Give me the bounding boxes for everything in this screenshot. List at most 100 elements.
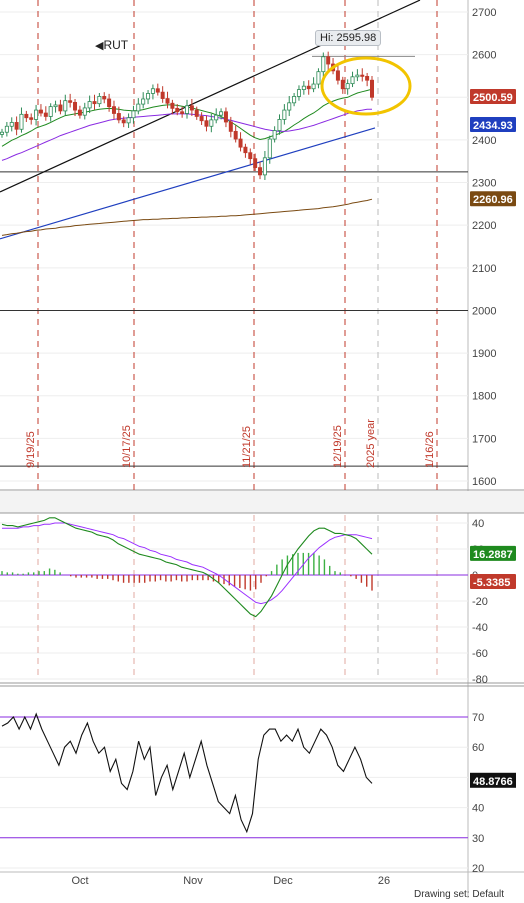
candle-body [360,74,365,77]
candle-body [267,138,272,159]
candle-body [160,91,165,99]
candle-body [58,104,63,112]
candle-body [14,122,19,130]
y-tick-label: -60 [472,648,488,660]
date-divider-label: 12/19/25 [332,425,344,468]
candle-body [335,70,340,81]
candle-body [204,120,209,127]
drawing-set-label[interactable]: Drawing set: Default [414,889,504,900]
candle-body [87,101,92,109]
date-divider-label: 1/16/26 [424,431,436,468]
candle-body [48,106,53,117]
candle-body [155,88,160,93]
candle-body [311,83,316,90]
candle-body [214,114,219,121]
sma-tag: 2434.93 [470,117,516,133]
candle-body [369,79,374,98]
candle-body [38,109,43,114]
date-divider-label: 10/17/25 [121,425,133,468]
candle-body [165,98,170,104]
highlight-circle [320,56,412,116]
y-tick-label: 40 [472,803,484,815]
candle-body [77,109,82,116]
lower-trendline [0,127,376,240]
date-divider-label: 2025 year [365,419,377,468]
candle-body [73,101,78,111]
ma-line-sma200 [1,198,373,236]
candle-body [282,109,287,120]
y-tick-label: 2000 [472,305,496,317]
drawing-set-text: Drawing set: Default [414,889,505,900]
candle-body [219,111,224,116]
y-tick-label: 2700 [472,7,496,19]
candle-body [92,101,97,105]
candle-body [272,130,277,140]
macd-tag: 16.2887 [470,545,516,561]
candle-body [345,83,350,90]
y-tick-label: -80 [472,674,488,686]
y-tick-label: 2400 [472,135,496,147]
candle-body [24,113,29,119]
candle-body [248,152,253,160]
candle-body [321,56,326,73]
y-tick-label: 60 [472,742,484,754]
sma-tag-text: 2434.93 [473,120,513,132]
y-tick-label: 70 [472,712,484,724]
candle-body [141,98,146,105]
candle-body [53,104,58,108]
y-tick-label: 1700 [472,433,496,445]
symbol-label[interactable]: ◀RUT [95,38,128,52]
symbol-text: RUT [103,38,129,52]
candle-body [301,85,306,90]
candle-body [170,102,175,109]
candle-body [355,74,360,78]
macd-line [1,517,373,618]
macd-signal-line [2,522,373,605]
y-tick-label: 40 [472,518,484,530]
candle-body [350,76,355,85]
candle-body [233,130,238,140]
y-tick-label: 1600 [472,476,496,488]
candle-body [121,119,126,124]
candle-body [102,96,107,100]
candle-body [0,131,4,135]
last-price-tag-text: 2500.59 [473,92,513,104]
candle-body [111,106,116,114]
y-tick-label: 1800 [472,391,496,403]
last-price-tag: 2500.59 [470,89,516,105]
rsi-line [1,712,373,834]
candle-body [175,107,180,113]
candle-body [340,79,345,90]
chart-window: 2700260025002400230022002100200019001800… [0,0,524,900]
rsi-tag: 48.8766 [470,772,516,788]
candle-body [253,158,258,169]
candle-body [184,105,189,114]
y-tick-label: 20 [472,863,484,875]
hi-callout: Hi: 2595.98 [315,30,382,46]
candle-body [238,138,243,148]
candle-body [4,125,9,133]
candle-body [199,116,204,122]
candle-body [223,111,228,123]
sma200-tag: 2260.96 [470,191,516,207]
x-tick-label: Nov [183,875,203,887]
chart-svg: 2700260025002400230022002100200019001800… [0,0,524,898]
candle-body [29,117,34,120]
candle-body [68,100,73,103]
candle-body [306,85,311,90]
rsi-tag-text: 48.8766 [473,776,513,788]
candle-body [150,88,155,94]
y-tick-label: 2100 [472,263,496,275]
date-divider-label: 9/19/25 [25,431,37,468]
y-tick-label: -40 [472,622,488,634]
candle-body [131,110,136,119]
upper-trendline [0,0,421,193]
candle-body [262,157,267,176]
candle-body [292,96,297,104]
candle-body [180,111,185,114]
candle-body [365,75,370,81]
candle-body [9,122,14,127]
hist-tag: -5.3385 [470,573,516,589]
candle-body [296,89,301,97]
candle-body [258,167,263,176]
